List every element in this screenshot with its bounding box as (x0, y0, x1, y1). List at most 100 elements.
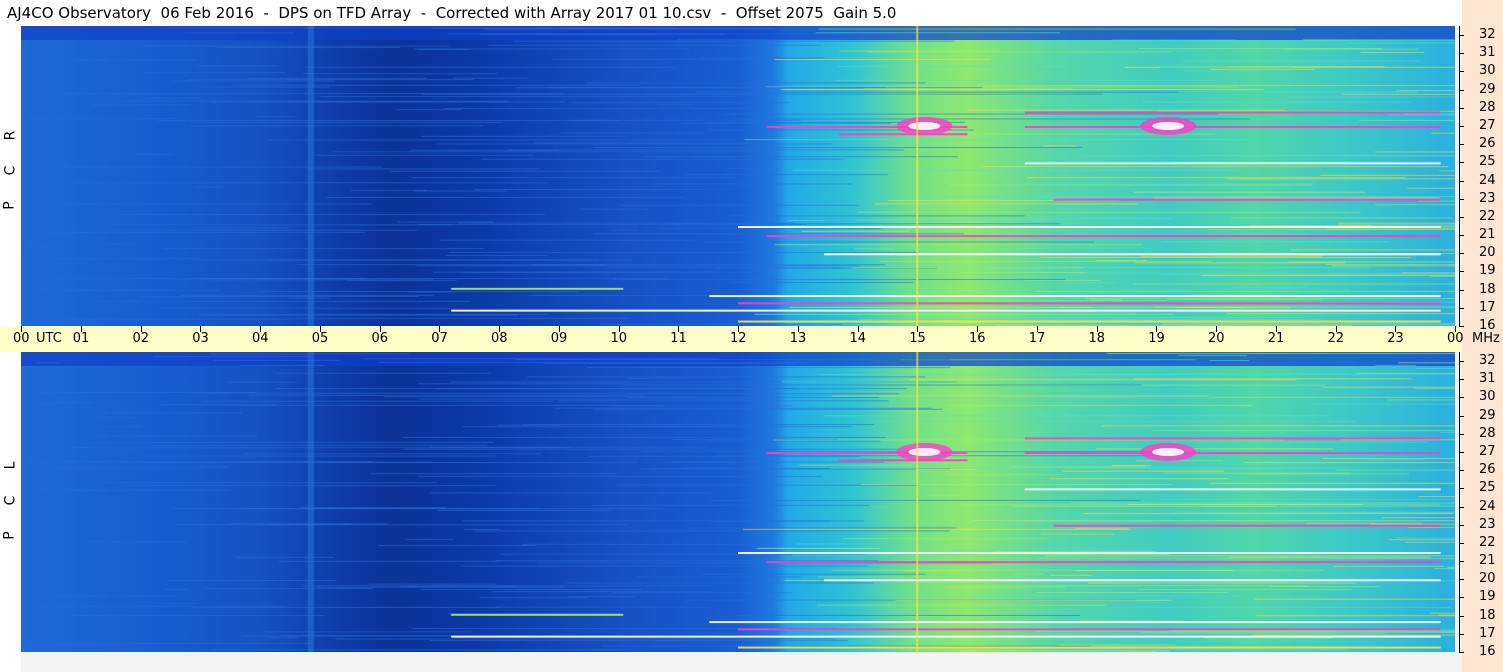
streak (97, 300, 471, 302)
streak (1089, 299, 1123, 301)
streak (946, 404, 1252, 406)
streak (873, 506, 897, 508)
streak (1382, 517, 1455, 519)
streak (248, 77, 427, 79)
streak (1430, 612, 1455, 614)
streak (1306, 522, 1423, 524)
y-tick-label: 24 (1479, 172, 1496, 188)
interference-band (766, 235, 1441, 238)
streak (1045, 649, 1349, 651)
streak (681, 122, 891, 124)
streak (508, 149, 904, 151)
streak (211, 101, 566, 103)
streak (951, 549, 1153, 551)
x-tick-label: 15 (909, 331, 926, 346)
streak (29, 118, 177, 120)
streak (142, 45, 450, 47)
streak (1358, 119, 1455, 121)
streak (678, 38, 850, 40)
streak (266, 139, 737, 141)
streak (558, 400, 889, 402)
streak (198, 313, 549, 315)
streak (70, 615, 325, 617)
streak (1326, 228, 1455, 230)
streak (1370, 523, 1455, 525)
streak (1439, 170, 1455, 172)
streak (994, 551, 1156, 553)
streak (59, 166, 382, 168)
streak (1431, 132, 1455, 134)
streak (874, 203, 1138, 205)
streak (1255, 91, 1418, 93)
streak (858, 211, 1361, 213)
streak (483, 28, 858, 30)
interference-band (738, 628, 1441, 631)
streak (1226, 313, 1455, 315)
streak (1140, 255, 1322, 257)
streak (561, 27, 774, 29)
hot-spot-core (908, 122, 941, 130)
interference-band (738, 320, 1441, 323)
streak (742, 528, 1131, 530)
hot-spot-core (1152, 122, 1185, 130)
x-tick-label: 00 (1447, 331, 1464, 346)
y-tick-label: 19 (1479, 263, 1496, 279)
streak (159, 404, 277, 406)
streak (333, 151, 756, 153)
streak (1209, 396, 1455, 398)
interference-band (738, 552, 1441, 554)
lcp-spectrogram (21, 352, 1455, 652)
streak (958, 272, 1087, 274)
streak (102, 243, 136, 245)
streak (306, 66, 676, 68)
streak (449, 251, 919, 253)
streak (1209, 360, 1249, 362)
streak (1025, 279, 1101, 281)
y-tick-label: 32 (1479, 27, 1496, 43)
interference-band (1024, 162, 1441, 165)
streak (1039, 256, 1411, 258)
x-tick-label: 08 (491, 331, 508, 346)
streak (736, 614, 1081, 616)
x-tick-label: 04 (252, 331, 269, 346)
streak (346, 279, 457, 281)
streak (622, 384, 1142, 386)
streak (1133, 283, 1455, 285)
streak (173, 523, 352, 525)
streak (496, 606, 712, 608)
streak (192, 227, 289, 229)
streak (1156, 66, 1324, 68)
streak (1085, 282, 1117, 284)
streak (1152, 430, 1455, 432)
streak (975, 585, 1309, 587)
interference-band (738, 646, 1441, 649)
streak (1194, 512, 1455, 514)
streak (1049, 478, 1229, 480)
streak (774, 244, 1143, 246)
y-tick-label: 31 (1479, 45, 1496, 61)
streak (1323, 386, 1455, 388)
streak (1040, 533, 1115, 535)
streak (107, 229, 420, 231)
streak (728, 215, 1025, 217)
streak (189, 121, 503, 123)
streak (1162, 241, 1389, 243)
streak (909, 379, 1297, 381)
streak (143, 455, 497, 457)
streak (1133, 191, 1365, 193)
lcp-label: L C P (0, 440, 21, 560)
streak (611, 592, 792, 594)
streak (154, 355, 312, 357)
streak (1447, 566, 1455, 568)
streak (195, 186, 223, 188)
y-tick-label: 21 (1479, 553, 1496, 569)
streak (976, 553, 1170, 555)
x-tick-label: 05 (311, 331, 329, 346)
frequency-axis-lcp: 32 31 30 29 28 27 26 25 24 23 22 21 20 19 18 17 16 (1455, 352, 1503, 659)
y-axis-line (1459, 352, 1460, 652)
panel-label-letter: L (2, 461, 18, 469)
rcp-spectrogram (21, 26, 1455, 326)
streak (688, 527, 957, 529)
streak (1338, 224, 1455, 226)
streak (302, 73, 498, 75)
